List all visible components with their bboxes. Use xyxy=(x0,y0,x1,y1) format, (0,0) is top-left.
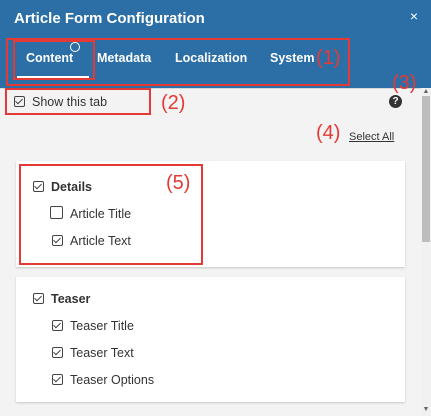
close-icon[interactable]: × xyxy=(407,9,421,23)
field-teaser-title[interactable]: Teaser Title xyxy=(52,319,134,333)
select-all-link[interactable]: Select All xyxy=(349,131,394,143)
teaser-text-checkbox[interactable] xyxy=(52,347,63,358)
teaser-group-label: Teaser xyxy=(51,292,91,306)
help-icon[interactable]: ? xyxy=(389,95,402,108)
annotation-box-show-tab xyxy=(5,88,151,115)
scrollbar-thumb[interactable] xyxy=(422,96,430,242)
scroll-up-arrow-icon[interactable]: ▲ xyxy=(421,88,431,96)
field-teaser-options[interactable]: Teaser Options xyxy=(52,373,154,387)
scroll-down-arrow-icon[interactable]: ▼ xyxy=(421,406,431,414)
teaser-group-header[interactable]: Teaser xyxy=(33,292,90,306)
teaser-title-checkbox[interactable] xyxy=(52,320,63,331)
annotation-number-4: (4) xyxy=(316,122,341,144)
annotation-number-3: (3) xyxy=(392,72,417,94)
teaser-options-checkbox[interactable] xyxy=(52,374,63,385)
annotation-box-content-tab xyxy=(13,40,95,80)
teaser-title-label: Teaser Title xyxy=(70,319,134,333)
dialog-title: Article Form Configuration xyxy=(14,10,205,27)
annotation-number-1: (1) xyxy=(316,47,341,69)
teaser-text-label: Teaser Text xyxy=(70,346,134,360)
annotation-number-2: (2) xyxy=(161,92,186,114)
teaser-group-checkbox[interactable] xyxy=(33,293,44,304)
teaser-options-label: Teaser Options xyxy=(70,373,155,387)
field-teaser-text[interactable]: Teaser Text xyxy=(52,346,134,360)
annotation-number-5: (5) xyxy=(166,172,191,194)
